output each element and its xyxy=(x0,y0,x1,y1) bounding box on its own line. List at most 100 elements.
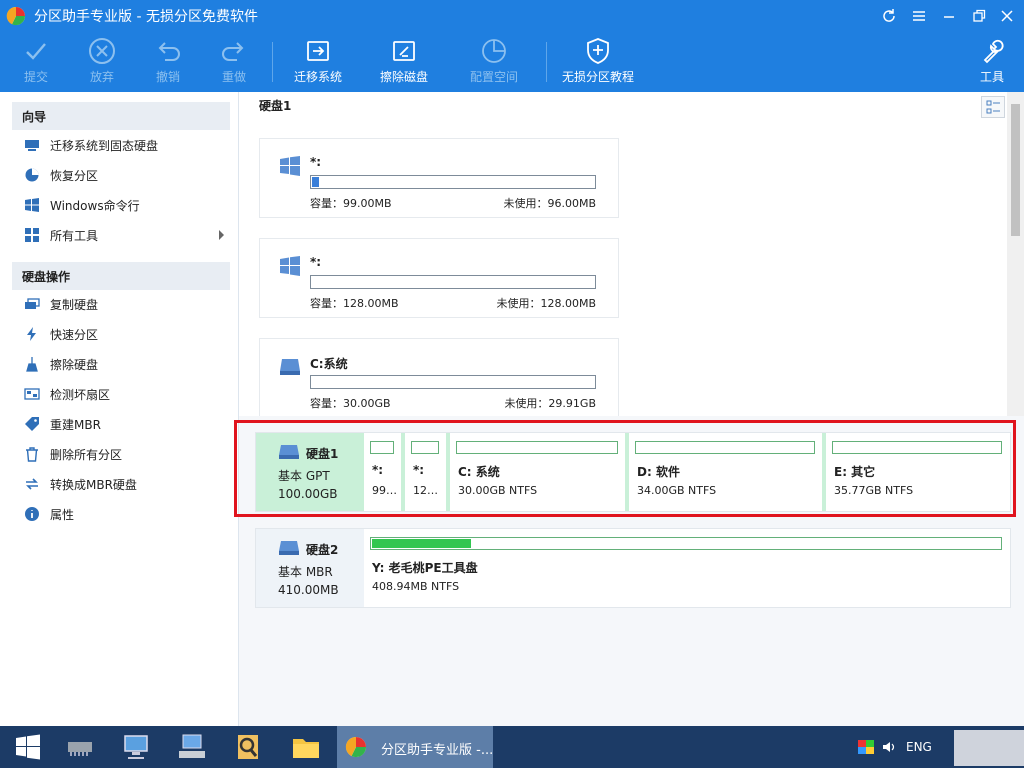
close-icon xyxy=(1001,10,1013,22)
minimize-button[interactable] xyxy=(938,6,960,26)
partition-block[interactable]: Y: 老毛桃PE工具盘 408.94MB NTFS xyxy=(360,529,1008,607)
speaker-icon[interactable] xyxy=(882,740,898,754)
partition-card[interactable]: *: 容量：128.00MB 未使用：128.00MB xyxy=(259,238,619,318)
hamburger-icon xyxy=(913,11,925,21)
nav-label: 所有工具 xyxy=(50,229,99,243)
discard-label: 放弃 xyxy=(89,70,114,84)
commit-button[interactable]: 提交 xyxy=(16,36,56,90)
nav-label: Windows命令行 xyxy=(50,199,140,213)
keyboard-monitor-icon xyxy=(179,734,205,758)
color-flag-icon[interactable] xyxy=(858,740,874,754)
clock-area[interactable] xyxy=(954,730,1024,766)
taskbar-network-app[interactable] xyxy=(108,726,164,768)
toolbar-separator xyxy=(546,42,547,82)
partition-unused: 未使用：29.91GB xyxy=(504,397,596,410)
redo-button[interactable]: 重做 xyxy=(214,36,254,90)
wipe-disk-button[interactable]: 擦除磁盘 xyxy=(376,36,432,90)
nav-copy-disk[interactable]: 复制硬盘 xyxy=(12,289,230,319)
nav-all-tools[interactable]: 所有工具 xyxy=(12,220,230,250)
nav-properties[interactable]: 属性 xyxy=(12,499,230,529)
disk-size: 410.00MB xyxy=(278,583,339,597)
convert-icon xyxy=(26,478,38,490)
tools-button[interactable]: 工具 xyxy=(974,36,1010,90)
nav-recover-partition[interactable]: 恢复分区 xyxy=(12,160,230,190)
nav-migrate-ssd[interactable]: 迁移系统到固态硬盘 xyxy=(12,130,230,160)
taskbar-hardware-app[interactable] xyxy=(52,726,108,768)
left-panel: 向导 迁移系统到固态硬盘 恢复分区 Windows命令行 所有工具 硬盘操作 复… xyxy=(0,92,239,726)
copy-disk-icon xyxy=(25,298,40,309)
windows-start-icon xyxy=(16,734,40,760)
taskbar-computer-app[interactable] xyxy=(164,726,220,768)
hard-disk-icon xyxy=(279,541,299,555)
nav-quick-partition[interactable]: 快速分区 xyxy=(12,319,230,349)
taskbar-explorer[interactable] xyxy=(278,726,334,768)
lightning-icon xyxy=(27,327,36,341)
window-title: 分区助手专业版 - 无损分区免费软件 xyxy=(34,9,258,25)
app-header: 分区助手专业版 - 无损分区免费软件 提交 放弃 撤销 重做 迁移系统 擦除磁盘… xyxy=(0,0,1024,92)
nav-rebuild-mbr[interactable]: 重建MBR xyxy=(12,409,230,439)
menu-button[interactable] xyxy=(908,6,930,26)
ssd-migrate-icon xyxy=(25,140,39,151)
broom-icon xyxy=(26,357,38,372)
redo-label: 重做 xyxy=(221,70,246,84)
view-toggle-button[interactable] xyxy=(981,96,1005,118)
selection-highlight-box xyxy=(234,420,1016,517)
nav-wipe-disk[interactable]: 擦除硬盘 xyxy=(12,349,230,379)
disk-ops-section-header: 硬盘操作 xyxy=(12,262,230,290)
restore-icon xyxy=(973,9,986,22)
migrate-system-button[interactable]: 迁移系统 xyxy=(290,36,346,90)
cancel-circle-icon xyxy=(89,38,115,64)
usage-bar xyxy=(370,537,1002,550)
restore-button[interactable] xyxy=(968,6,990,26)
wizard-section-title: 向导 xyxy=(22,110,47,124)
minimize-icon xyxy=(944,16,954,18)
partition-unused: 未使用：96.00MB xyxy=(503,197,596,210)
nav-label: 复制硬盘 xyxy=(50,298,99,312)
taskbar-active-app[interactable]: 分区助手专业版 -... xyxy=(337,726,493,768)
refresh-button[interactable] xyxy=(878,6,900,26)
nav-label: 检测坏扇区 xyxy=(50,388,111,402)
migrate-disk-icon xyxy=(307,41,329,61)
wipe-disk-icon xyxy=(393,41,415,61)
nav-check-bad-sectors[interactable]: 检测坏扇区 xyxy=(12,379,230,409)
usage-bar xyxy=(310,275,596,289)
close-button[interactable] xyxy=(996,6,1018,26)
nav-delete-all-partitions[interactable]: 删除所有分区 xyxy=(12,439,230,469)
title-bar: 分区助手专业版 - 无损分区免费软件 xyxy=(0,0,1024,32)
start-button[interactable] xyxy=(0,726,56,768)
taskbar-search-app[interactable] xyxy=(220,726,276,768)
refresh-icon xyxy=(883,9,895,22)
disk-row-2[interactable]: 硬盘2 基本 MBR 410.00MB Y: 老毛桃PE工具盘 408.94MB… xyxy=(255,528,1011,608)
computer-network-icon xyxy=(124,735,148,759)
partition-card[interactable]: C:系统 容量：30.00GB 未使用：29.91GB xyxy=(259,338,619,416)
tutorial-label: 无损分区教程 xyxy=(561,70,634,84)
nav-convert-mbr[interactable]: 转换成MBR硬盘 xyxy=(12,469,230,499)
allocate-space-button[interactable]: 配置空间 xyxy=(466,36,522,90)
partition-info: 408.94MB NTFS xyxy=(372,580,460,593)
undo-button[interactable]: 撤销 xyxy=(148,36,188,90)
nav-label: 迁移系统到固态硬盘 xyxy=(50,139,159,153)
taskbar-app-title: 分区助手专业版 -... xyxy=(381,743,494,758)
disk-type: 基本 MBR xyxy=(278,565,333,579)
partition-label: Y: 老毛桃PE工具盘 xyxy=(372,561,478,575)
scrollbar-thumb[interactable] xyxy=(1011,104,1020,236)
magnifier-icon xyxy=(238,735,258,759)
disk-detail-view: 硬盘1 *: 容量：99.00MB 未使用：96.00MB *: 容量：128.… xyxy=(239,92,1007,416)
vertical-scrollbar[interactable] xyxy=(1007,92,1024,416)
folder-icon xyxy=(293,739,319,758)
wrench-icon xyxy=(983,39,1004,64)
nav-windows-cmd[interactable]: Windows命令行 xyxy=(12,190,230,220)
discard-button[interactable]: 放弃 xyxy=(82,36,122,90)
tools-label: 工具 xyxy=(979,70,1004,84)
chevron-right-icon xyxy=(219,230,224,240)
tools-grid-icon xyxy=(25,228,39,242)
partition-card[interactable]: *: 容量：99.00MB 未使用：96.00MB xyxy=(259,138,619,218)
migrate-system-label: 迁移系统 xyxy=(293,70,342,84)
undo-icon xyxy=(158,42,180,61)
disk-view-title: 硬盘1 xyxy=(259,99,292,113)
language-indicator[interactable]: ENG xyxy=(906,740,932,754)
partition-name: *: xyxy=(310,255,322,269)
tutorial-button[interactable]: 无损分区教程 xyxy=(558,36,638,90)
disk-info[interactable]: 硬盘2 基本 MBR 410.00MB xyxy=(256,529,360,607)
nav-label: 恢复分区 xyxy=(50,169,99,183)
